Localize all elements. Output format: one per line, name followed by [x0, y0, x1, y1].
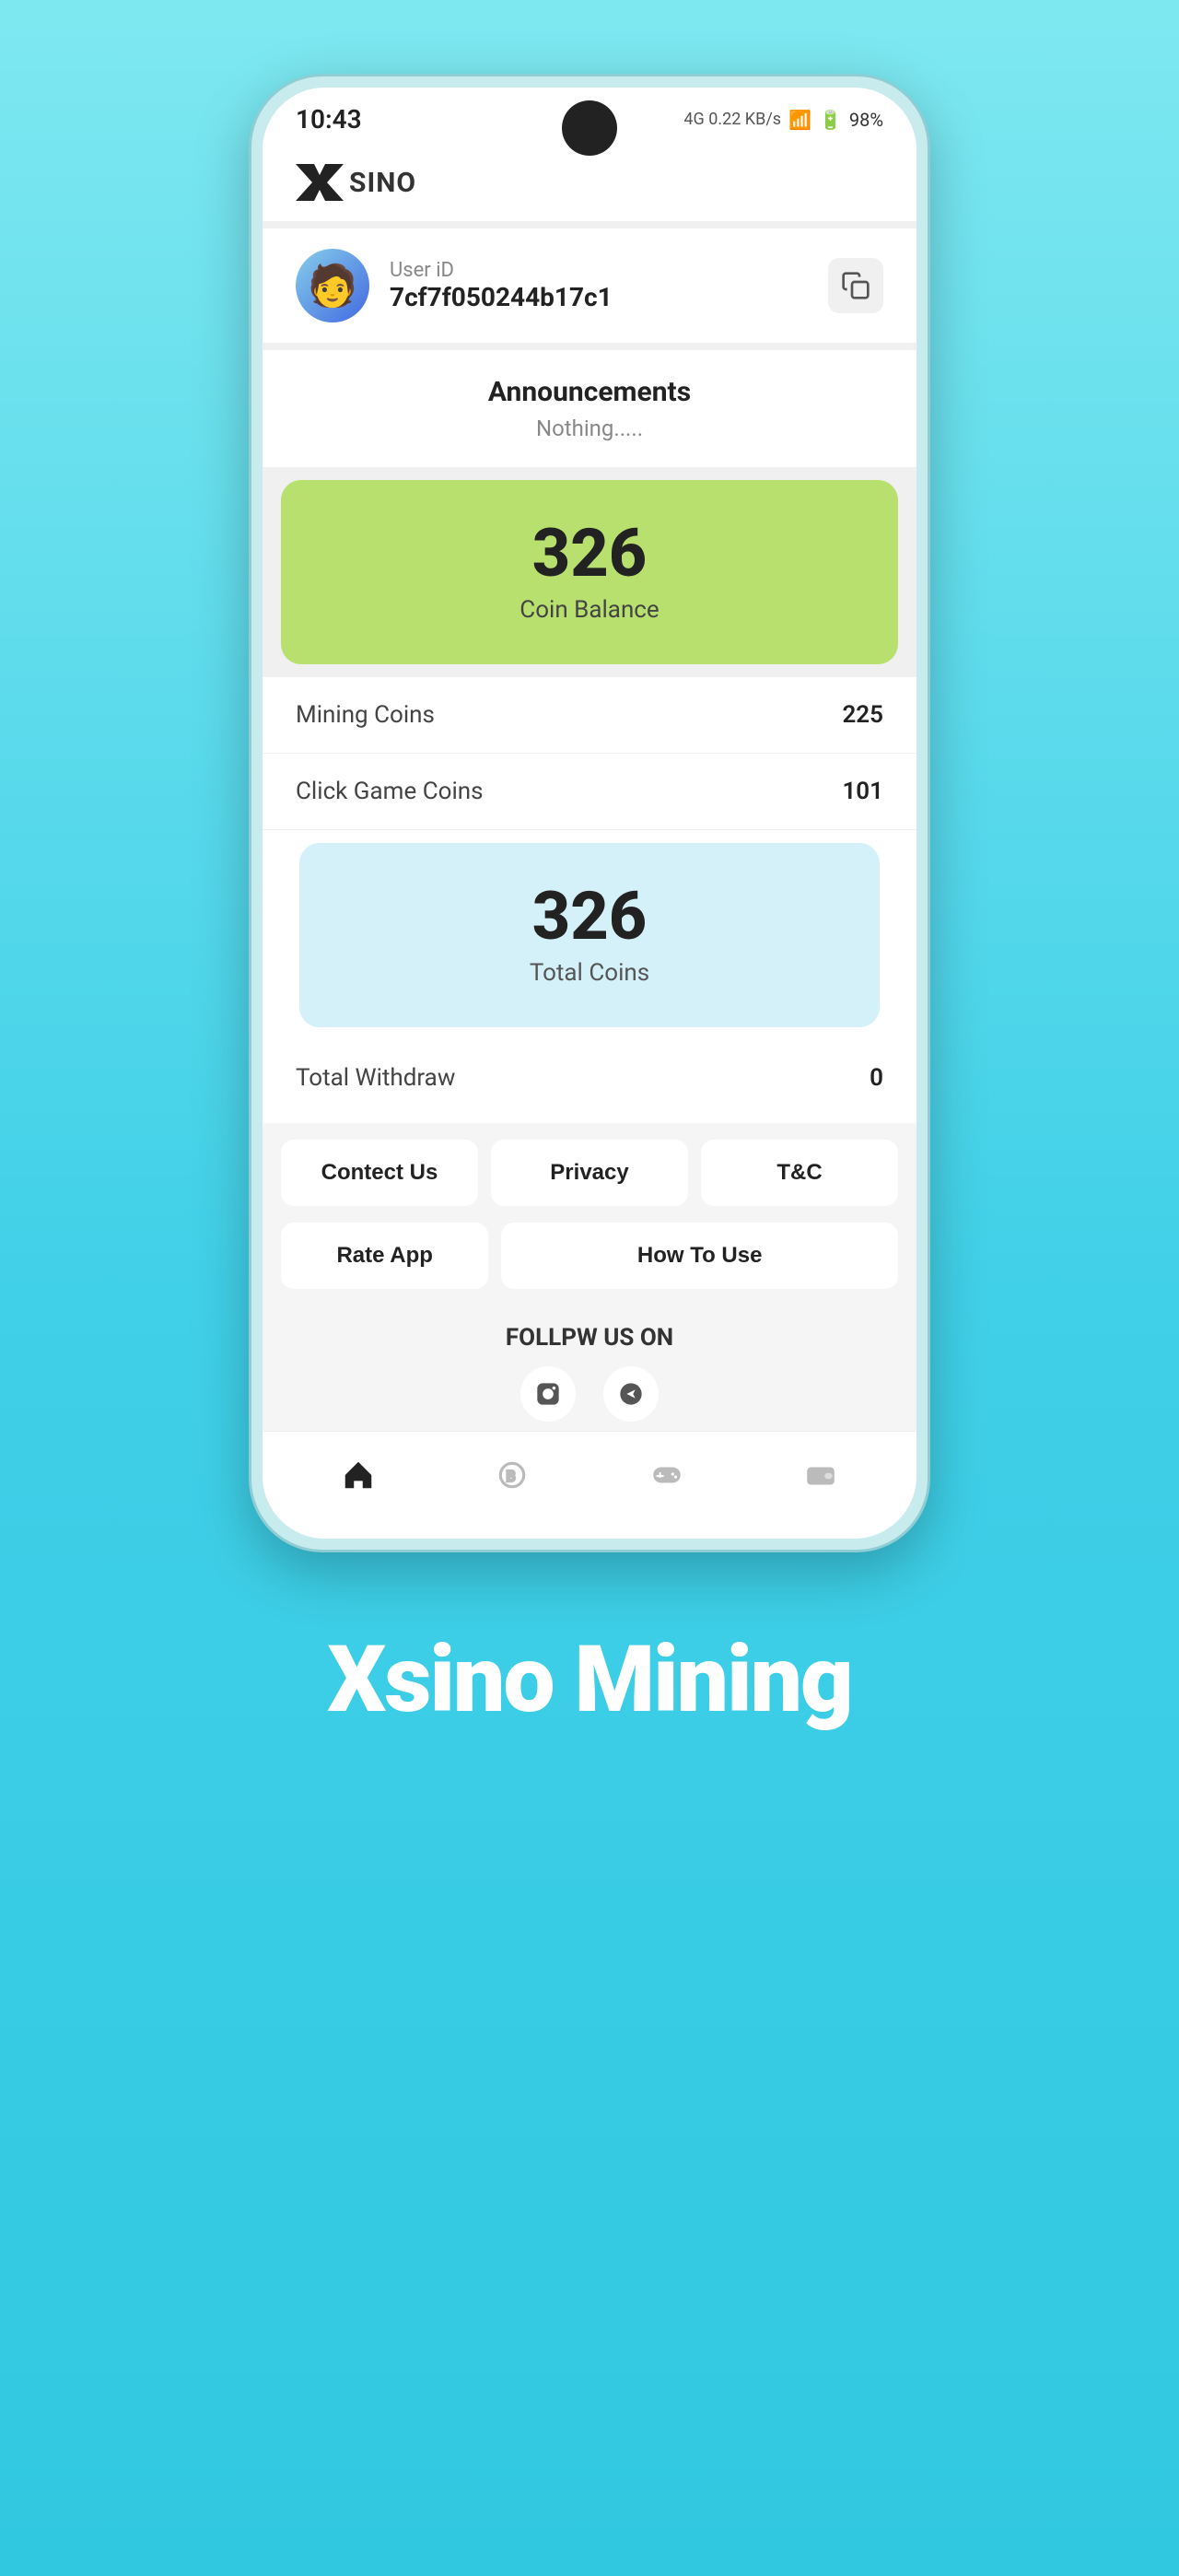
home-icon: [341, 1458, 376, 1502]
phone-wrapper: 10:43 4G 0.22 KB/s 📶 🔋 98% SINO: [249, 74, 930, 1552]
status-time: 10:43: [296, 104, 362, 135]
withdraw-wrapper: Total Withdraw 0: [263, 1040, 916, 1123]
follow-icons-row: [296, 1366, 883, 1422]
total-coins-wrapper: 326 Total Coins: [263, 830, 916, 1040]
user-id-label: User iD: [390, 259, 613, 282]
mining-coins-row: Mining Coins 225: [263, 677, 916, 754]
copy-button[interactable]: [828, 258, 883, 313]
coin-balance-number: 326: [314, 521, 865, 587]
user-id-value: 7cf7f050244b17c1: [390, 282, 613, 312]
brand-text: Xsino Mining: [327, 1626, 851, 1734]
battery-percent: 98%: [849, 109, 883, 131]
battery-icon: 🔋: [819, 109, 842, 131]
user-info: 🧑 User iD 7cf7f050244b17c1: [296, 249, 613, 322]
logo-container: SINO: [296, 164, 883, 201]
nav-game[interactable]: [631, 1448, 703, 1511]
camera-notch: [562, 100, 617, 156]
social-icon-1[interactable]: [520, 1366, 576, 1422]
click-game-coins-value: 101: [842, 778, 883, 805]
privacy-button[interactable]: Privacy: [491, 1140, 688, 1206]
nav-wallet[interactable]: [785, 1448, 857, 1511]
withdraw-row: Total Withdraw 0: [263, 1040, 916, 1116]
coin-balance-label: Coin Balance: [314, 596, 865, 624]
mining-coins-label: Mining Coins: [296, 701, 435, 729]
click-game-coins-label: Click Game Coins: [296, 778, 484, 805]
user-card: 🧑 User iD 7cf7f050244b17c1: [263, 228, 916, 343]
svg-text:B: B: [507, 1467, 516, 1484]
bottom-nav: B: [263, 1431, 916, 1539]
wallet-icon: [803, 1458, 838, 1502]
announcements-text: Nothing.....: [296, 416, 883, 441]
nav-mining[interactable]: B: [476, 1448, 548, 1511]
avatar: 🧑: [296, 249, 369, 322]
status-bar: 10:43 4G 0.22 KB/s 📶 🔋 98%: [263, 88, 916, 144]
total-coins-number: 326: [333, 884, 846, 950]
action-buttons-row2: Rate App How To Use: [263, 1223, 916, 1306]
tnc-button[interactable]: T&C: [701, 1140, 898, 1206]
logo-x-icon: [296, 164, 344, 201]
nav-home[interactable]: [322, 1448, 394, 1511]
withdraw-value: 0: [870, 1064, 883, 1092]
total-coins-card: 326 Total Coins: [299, 843, 880, 1027]
social-icon-2[interactable]: [603, 1366, 659, 1422]
wifi-icon: 📶: [788, 109, 811, 131]
stats-section: Mining Coins 225 Click Game Coins 101: [263, 677, 916, 830]
contact-us-button[interactable]: Contect Us: [281, 1140, 478, 1206]
status-icons: 4G 0.22 KB/s 📶 🔋 98%: [683, 109, 883, 131]
signal-text: 4G 0.22 KB/s: [683, 110, 781, 129]
announcements-title: Announcements: [296, 376, 883, 408]
mining-icon: B: [495, 1458, 530, 1502]
withdraw-label: Total Withdraw: [296, 1064, 455, 1092]
click-game-coins-row: Click Game Coins 101: [263, 754, 916, 830]
user-details: User iD 7cf7f050244b17c1: [390, 259, 613, 312]
announcements-card: Announcements Nothing.....: [263, 350, 916, 467]
logo-text: SINO: [349, 167, 416, 199]
how-to-use-button[interactable]: How To Use: [501, 1223, 898, 1289]
follow-title: FOLLPW US ON: [296, 1324, 883, 1352]
phone-inner: 10:43 4G 0.22 KB/s 📶 🔋 98% SINO: [263, 88, 916, 1539]
coin-balance-card: 326 Coin Balance: [281, 480, 898, 664]
action-buttons-row1: Contect Us Privacy T&C: [263, 1123, 916, 1223]
game-icon: [649, 1458, 684, 1502]
total-coins-label: Total Coins: [333, 959, 846, 987]
follow-section: FOLLPW US ON: [263, 1306, 916, 1431]
mining-coins-value: 225: [842, 701, 883, 729]
rate-app-button[interactable]: Rate App: [281, 1223, 488, 1289]
